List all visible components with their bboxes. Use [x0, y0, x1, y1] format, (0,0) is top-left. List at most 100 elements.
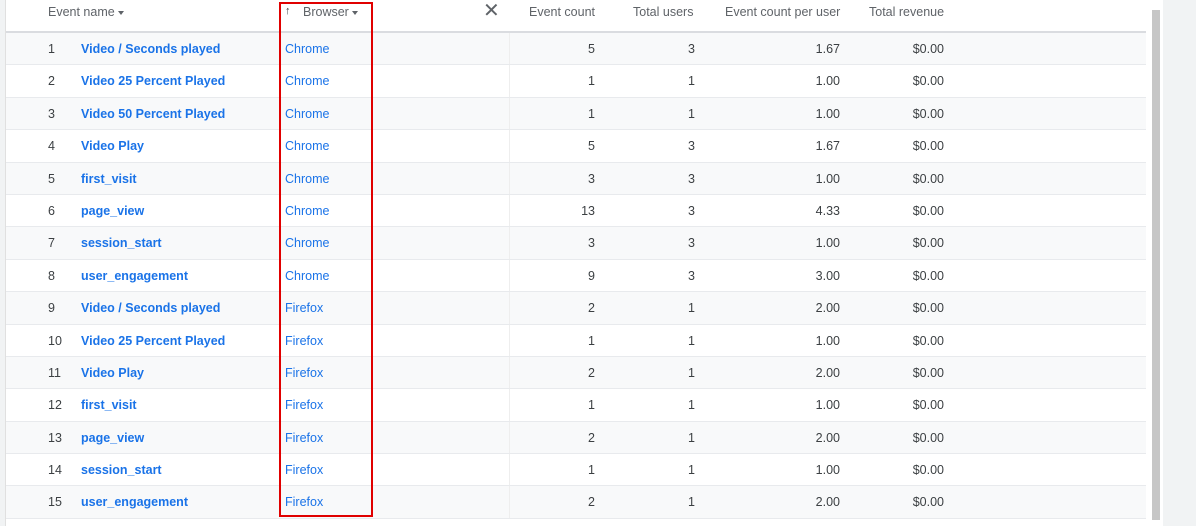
event-name-link[interactable]: first_visit — [81, 398, 137, 412]
table-row: 8 user_engagement Chrome 9 3 3.00 $0.00 — [6, 259, 1146, 293]
browser-link[interactable]: Firefox — [285, 495, 323, 509]
event-count-cell: 2 — [588, 430, 595, 445]
event-count-per-user-cell: 1.00 — [815, 398, 840, 413]
event-count-header[interactable]: Event count — [529, 5, 595, 19]
event-count-cell: 1 — [588, 398, 595, 413]
browser-link[interactable]: Chrome — [285, 74, 329, 88]
event-name-link[interactable]: page_view — [81, 431, 144, 445]
event-count-per-user-cell: 1.00 — [815, 333, 840, 348]
browser-link[interactable]: Chrome — [285, 204, 329, 218]
event-name-link[interactable]: user_engagement — [81, 495, 188, 509]
total-revenue-cell: $0.00 — [912, 463, 944, 478]
table-row: 9 Video / Seconds played Firefox 2 1 2.00 $0.0… — [6, 292, 1146, 325]
event-count-per-user-cell: 1.00 — [815, 74, 840, 89]
row-index: 7 — [48, 236, 55, 251]
event-name-link[interactable]: Video 50 Percent Played — [81, 107, 225, 121]
sort-ascending-icon[interactable]: ↑ — [285, 5, 291, 17]
close-icon[interactable]: ✕ — [483, 1, 500, 21]
total-revenue-header[interactable]: Total revenue — [869, 5, 944, 19]
total-revenue-cell: $0.00 — [912, 301, 944, 316]
table-row: 14 session_start Firefox 1 1 1.00 $0.00 — [6, 454, 1146, 487]
event-count-per-user-cell: 1.00 — [815, 463, 840, 478]
column-divider — [509, 97, 510, 130]
event-count-cell: 1 — [588, 74, 595, 89]
event-count-cell: 1 — [588, 106, 595, 121]
total-revenue-cell: $0.00 — [912, 203, 944, 218]
event-count-cell: 2 — [588, 495, 595, 510]
vertical-scrollbar[interactable] — [1152, 10, 1160, 520]
event-name-link[interactable]: session_start — [81, 236, 162, 250]
browser-link[interactable]: Firefox — [285, 431, 323, 445]
column-divider — [509, 194, 510, 227]
event-name-link[interactable]: Video / Seconds played — [81, 301, 220, 315]
table-row: 2 Video 25 Percent Played Chrome 1 1 1.00 $0.0… — [6, 65, 1146, 98]
chevron-down-icon[interactable] — [351, 10, 358, 15]
total-revenue-cell: $0.00 — [912, 106, 944, 121]
chevron-down-icon[interactable] — [117, 10, 124, 15]
column-divider — [509, 421, 510, 454]
browser-link[interactable]: Chrome — [285, 107, 329, 121]
event-count-cell: 5 — [588, 42, 595, 56]
total-users-cell: 3 — [688, 236, 695, 251]
column-divider — [509, 486, 510, 518]
column-divider — [509, 130, 510, 162]
row-index: 12 — [48, 398, 62, 413]
event-count-per-user-cell: 2.00 — [815, 301, 840, 316]
event-name-link[interactable]: Video 25 Percent Played — [81, 334, 225, 348]
browser-header[interactable]: Browser — [303, 5, 358, 19]
column-divider — [509, 454, 510, 486]
total-users-cell: 3 — [688, 203, 695, 218]
total-users-header[interactable]: Total users — [633, 5, 693, 19]
event-count-cell: 5 — [588, 139, 595, 154]
row-index: 5 — [48, 171, 55, 186]
event-name-link[interactable]: Video / Seconds played — [81, 42, 220, 56]
total-users-cell: 1 — [688, 74, 695, 89]
event-name-link[interactable]: page_view — [81, 204, 144, 218]
table-row: 4 Video Play Chrome 5 3 1.67 $0.00 — [6, 130, 1146, 163]
total-users-cell: 1 — [688, 106, 695, 121]
report-table-panel: Event name ↑ Browser ✕ Event count Total… — [5, 0, 1163, 526]
browser-link[interactable]: Firefox — [285, 334, 323, 348]
total-users-cell: 3 — [688, 268, 695, 283]
total-users-cell: 1 — [688, 365, 695, 380]
browser-link[interactable]: Firefox — [285, 366, 323, 380]
total-revenue-cell: $0.00 — [912, 333, 944, 348]
event-name-header[interactable]: Event name — [48, 5, 124, 19]
event-name-link[interactable]: first_visit — [81, 172, 137, 186]
row-index: 4 — [48, 139, 55, 154]
event-count-cell: 2 — [588, 301, 595, 316]
event-name-link[interactable]: Video Play — [81, 366, 144, 380]
total-revenue-cell: $0.00 — [912, 74, 944, 89]
browser-link[interactable]: Chrome — [285, 172, 329, 186]
column-divider — [509, 324, 510, 356]
total-revenue-cell: $0.00 — [912, 430, 944, 445]
total-revenue-cell: $0.00 — [912, 268, 944, 283]
browser-link[interactable]: Firefox — [285, 301, 323, 315]
browser-link[interactable]: Chrome — [285, 42, 329, 56]
table-row: 15 user_engagement Firefox 2 1 2.00 $0.00 — [6, 486, 1146, 519]
browser-link[interactable]: Chrome — [285, 139, 329, 153]
total-users-cell: 1 — [688, 463, 695, 478]
event-count-per-user-header[interactable]: Event count per user — [725, 5, 840, 19]
event-name-link[interactable]: Video Play — [81, 139, 144, 153]
total-revenue-cell: $0.00 — [912, 236, 944, 251]
browser-header-label: Browser — [303, 5, 349, 19]
column-divider — [509, 356, 510, 389]
row-index: 15 — [48, 495, 62, 510]
browser-link[interactable]: Chrome — [285, 269, 329, 283]
row-index: 14 — [48, 463, 62, 478]
column-divider — [509, 65, 510, 97]
event-name-link[interactable]: Video 25 Percent Played — [81, 74, 225, 88]
event-count-cell: 3 — [588, 236, 595, 251]
total-revenue-cell: $0.00 — [912, 42, 944, 56]
event-name-link[interactable]: session_start — [81, 463, 162, 477]
table-row: 1 Video / Seconds played Chrome 5 3 1.67 $0.00 — [6, 33, 1146, 66]
event-name-link[interactable]: user_engagement — [81, 269, 188, 283]
browser-link[interactable]: Chrome — [285, 236, 329, 250]
event-count-cell: 13 — [581, 203, 595, 218]
event-name-header-label: Event name — [48, 5, 115, 19]
browser-link[interactable]: Firefox — [285, 463, 323, 477]
row-index: 2 — [48, 74, 55, 89]
table-row: 7 session_start Chrome 3 3 1.00 $0.00 — [6, 227, 1146, 260]
browser-link[interactable]: Firefox — [285, 398, 323, 412]
